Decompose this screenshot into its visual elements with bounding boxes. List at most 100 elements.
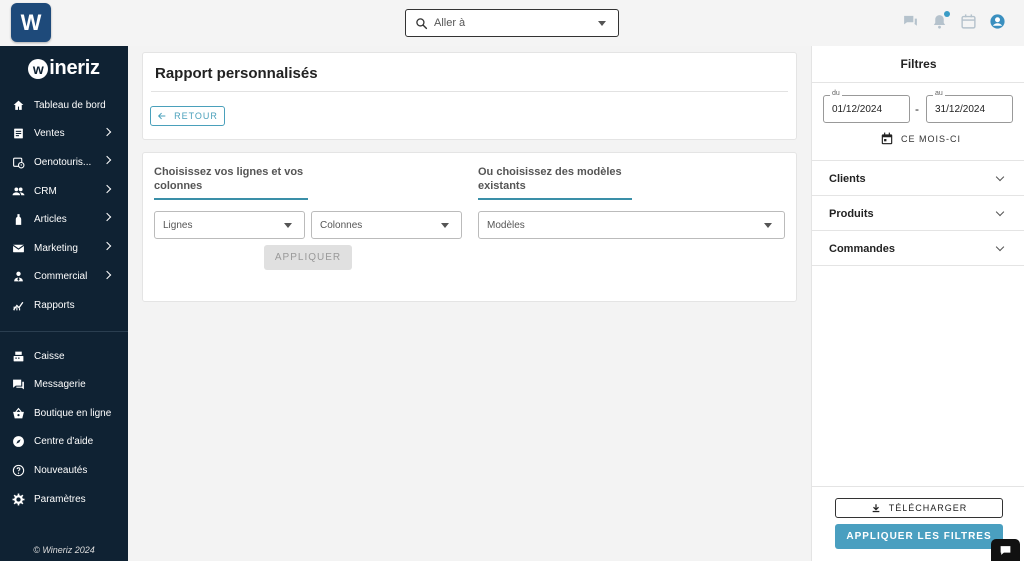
date-to-field[interactable]: au 31/12/2024 <box>926 90 1013 123</box>
sidebar-item-label: Boutique en ligne <box>34 407 112 419</box>
calendar-clock-icon <box>11 155 25 169</box>
filter-section-produits[interactable]: Produits <box>812 196 1024 231</box>
chevron-down-icon <box>764 222 772 228</box>
sidebar-item-parametres[interactable]: Paramètres <box>0 485 128 514</box>
sidebar-item-label: Rapports <box>34 299 75 311</box>
sidebar-item-label: Commercial <box>34 271 88 283</box>
bottle-icon <box>11 213 25 227</box>
report-builder-card: Choisissez vos lignes et vos colonnes Ou… <box>142 152 797 302</box>
chevron-down-icon <box>995 242 1005 252</box>
copyright: © Wineriz 2024 <box>33 545 95 555</box>
top-bar: W Aller à <box>0 0 1024 46</box>
notification-dot <box>944 11 950 17</box>
sidebar-item-label: Caisse <box>34 350 65 362</box>
divider <box>151 91 788 92</box>
columns-select[interactable]: Colonnes <box>311 211 462 239</box>
chat-icon[interactable] <box>902 13 919 30</box>
sidebar-item-ventes[interactable]: Ventes <box>0 120 128 149</box>
sidebar-item-label: Articles <box>34 214 67 226</box>
divider <box>812 82 1024 83</box>
sidebar-item-boutique[interactable]: Boutique en ligne <box>0 399 128 428</box>
basket-icon <box>11 406 25 420</box>
download-icon <box>872 504 880 513</box>
sidebar-item-marketing[interactable]: Marketing <box>0 234 128 263</box>
chevron-down-icon <box>598 20 606 26</box>
calendar-icon[interactable] <box>960 13 977 30</box>
brand-name: ineriz <box>49 57 100 79</box>
chat-widget-button[interactable] <box>991 539 1020 561</box>
chevron-right-icon <box>102 184 112 194</box>
date-dash: - <box>915 102 919 116</box>
sidebar-item-label: Centre d'aide <box>34 436 94 448</box>
sidebar-item-label: Oenotouris... <box>34 156 92 168</box>
chevron-right-icon <box>102 155 112 165</box>
home-icon <box>11 98 25 112</box>
this-month-button[interactable]: CE MOIS-CI <box>880 132 961 146</box>
goto-select[interactable]: Aller à <box>405 9 619 37</box>
models-select[interactable]: Modèles <box>478 211 785 239</box>
brand-logo[interactable]: w ineriz <box>0 46 128 91</box>
person-tie-icon <box>11 270 25 284</box>
sidebar-item-rapports[interactable]: Rapports <box>0 291 128 320</box>
sidebar-item-label: Tableau de bord <box>34 99 106 111</box>
sidebar-item-tableau-de-bord[interactable]: Tableau de bord <box>0 91 128 120</box>
download-button[interactable]: TÉLÉCHARGER <box>835 498 1003 518</box>
chart-icon <box>11 298 25 312</box>
sidebar-item-commercial[interactable]: Commercial <box>0 263 128 292</box>
sidebar-item-messagerie[interactable]: Messagerie <box>0 370 128 399</box>
compass-icon <box>11 435 25 449</box>
page-title: Rapport personnalisés <box>155 65 318 82</box>
sidebar-item-label: Paramètres <box>34 493 86 505</box>
date-to-label: au <box>933 90 945 97</box>
sidebar-item-crm[interactable]: CRM <box>0 177 128 206</box>
date-from-field[interactable]: du 01/12/2024 <box>823 90 910 123</box>
chat-bubble-icon <box>1000 545 1011 555</box>
date-from-value: 01/12/2024 <box>832 103 883 115</box>
people-icon <box>11 184 25 198</box>
sidebar-item-label: Marketing <box>34 242 78 254</box>
models-title: Ou choisissez des modèles existants <box>478 166 622 192</box>
sidebar-item-articles[interactable]: Articles <box>0 205 128 234</box>
brand-w-icon: w <box>28 58 49 79</box>
goto-placeholder: Aller à <box>434 17 466 29</box>
apply-filters-button[interactable]: APPLIQUER LES FILTRES <box>835 524 1003 549</box>
chevron-right-icon <box>102 127 112 136</box>
chevron-right-icon <box>102 270 112 279</box>
report-header-card: Rapport personnalisés RETOUR <box>142 52 797 140</box>
search-icon <box>416 17 428 29</box>
rows-select[interactable]: Lignes <box>154 211 305 239</box>
rows-columns-title: Choisissez vos lignes et vos colonnes <box>154 166 304 192</box>
chevron-down-icon <box>284 222 292 228</box>
sidebar-item-label: CRM <box>34 185 57 197</box>
bell-icon[interactable] <box>931 11 950 30</box>
mail-icon <box>11 241 25 255</box>
apply-button[interactable]: APPLIQUER <box>264 245 352 270</box>
sidebar-item-label: Ventes <box>34 128 65 140</box>
divider <box>812 265 1024 266</box>
filter-section-commandes[interactable]: Commandes <box>812 231 1024 266</box>
calendar-icon <box>881 132 893 145</box>
back-button[interactable]: RETOUR <box>150 106 225 126</box>
chevron-down-icon <box>995 172 1005 182</box>
app-logo-button[interactable]: W <box>11 3 51 42</box>
sidebar-item-label: Nouveautés <box>34 464 88 476</box>
back-button-label: RETOUR <box>174 111 218 121</box>
section-underline <box>154 198 308 200</box>
chat-icon <box>11 378 25 392</box>
chevron-right-icon <box>102 213 112 222</box>
receipt-icon <box>11 127 25 141</box>
chevron-right-icon <box>102 241 112 251</box>
gear-icon <box>11 492 25 506</box>
this-month-label: CE MOIS-CI <box>901 134 962 144</box>
filter-section-clients[interactable]: Clients <box>812 161 1024 196</box>
account-icon[interactable] <box>989 13 1006 30</box>
download-label: TÉLÉCHARGER <box>888 503 968 513</box>
chevron-down-icon <box>441 222 449 228</box>
sidebar-item-centre-aide[interactable]: Centre d'aide <box>0 428 128 457</box>
sidebar-item-nouveautes[interactable]: Nouveautés <box>0 456 128 485</box>
sidebar-item-oenotourisme[interactable]: Oenotouris... <box>0 148 128 177</box>
top-icons <box>902 11 1006 30</box>
register-icon <box>11 349 25 363</box>
sidebar: w ineriz Tableau de bord Ventes Oenotour… <box>0 46 128 561</box>
sidebar-item-caisse[interactable]: Caisse <box>0 342 128 371</box>
